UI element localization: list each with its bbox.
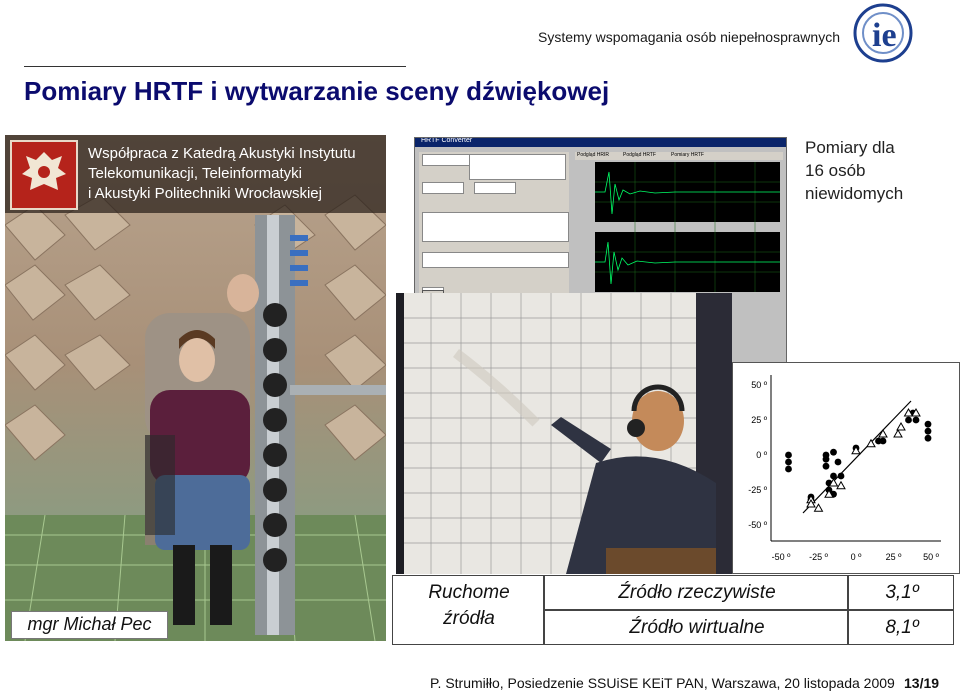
participants-line: Pomiary dla: [805, 138, 895, 157]
app-title: HRTF Converter: [421, 137, 473, 144]
participants-note: Pomiary dla 16 osób niewidomych: [805, 136, 955, 205]
y-tick-label: -25 º: [748, 485, 768, 495]
virtual-source-label: Źródło wirtualne: [629, 617, 765, 638]
x-tick-label: 50 º: [923, 552, 940, 562]
real-source-point: [905, 416, 912, 424]
real-source-point: [924, 420, 932, 428]
virtual-source-label-cell: Źródło wirtualne: [544, 610, 848, 645]
presentation-series-title: Systemy wspomagania osób niepełnosprawny…: [538, 29, 840, 45]
tab-hrir-preview: Podgląd HRIR: [577, 152, 609, 158]
cooperation-line: i Akustyki Politechniki Wrocławskiej: [88, 185, 322, 202]
real-source-point: [924, 434, 932, 442]
x-tick-label: -50 º: [772, 552, 792, 562]
y-tick-label: 50 º: [751, 380, 768, 390]
x-tick-label: -25 º: [809, 552, 829, 562]
participants-line: 16 osób: [805, 161, 866, 180]
y-tick-label: 25 º: [751, 415, 768, 425]
cooperation-text: Współpraca z Katedrą Akustyki Instytutu …: [88, 144, 383, 204]
virtual-source-point: [893, 428, 903, 438]
author-name: mgr Michał Pec: [27, 614, 152, 634]
localization-test-photo: [396, 293, 732, 574]
real-source-point: [837, 472, 845, 480]
institute-logo: ie: [850, 2, 916, 64]
real-source-point: [834, 458, 842, 466]
virtual-source-point: [813, 503, 824, 512]
page-number: 13/19: [904, 675, 940, 691]
tab-hrtf-preview: Podgląd HRTF: [623, 152, 656, 158]
real-source-value-cell: 3,1º: [848, 575, 954, 610]
moving-sources-line: Ruchome: [428, 582, 510, 603]
moving-sources-cell: Ruchome źródła: [392, 575, 544, 645]
real-source-point: [879, 437, 887, 445]
cooperation-line: Współpraca z Katedrą Akustyki Instytutu: [88, 145, 356, 162]
real-source-point: [785, 458, 792, 466]
virtual-source-value: 8,1º: [885, 617, 919, 638]
real-source-point: [785, 465, 792, 473]
elevation-list: [422, 252, 569, 268]
cooperation-line: Telekomunikacji, Teleinformatyki: [88, 165, 302, 182]
logo-lettering: ie: [872, 17, 897, 54]
virtual-source-point: [836, 480, 846, 490]
y-tick-label: -50 º: [748, 520, 768, 530]
app-titlebar: HRTF Converter: [415, 137, 786, 147]
elevation-field: [474, 182, 516, 194]
wroclaw-university-logo: [10, 140, 78, 210]
real-source-point: [924, 427, 932, 435]
y-tick-label: 0 º: [756, 450, 768, 460]
x-tick-label: 0 º: [851, 552, 863, 562]
reference-diagonal: [802, 400, 912, 514]
moving-sources-line: źródła: [443, 608, 495, 629]
real-source-point: [830, 448, 837, 456]
azimuth-field: [422, 182, 464, 194]
slide-title: Pomiary HRTF i wytwarzanie sceny dźwięko…: [24, 76, 610, 106]
real-source-point: [912, 416, 920, 424]
x-tick-label: 25 º: [886, 552, 903, 562]
tab-hrtf-measurements: Pomiary HRTF: [671, 152, 704, 158]
virtual-source-point: [896, 421, 906, 431]
app-tab-strip: Podgląd HRIR Podgląd HRTF Pomiary HRTF: [575, 152, 783, 160]
real-source-point: [822, 455, 830, 463]
real-source-point: [785, 451, 792, 459]
real-source-point: [822, 462, 830, 470]
description-field: [469, 154, 566, 180]
virtual-source-value-cell: 8,1º: [848, 610, 954, 645]
virtual-source-point: [866, 438, 876, 448]
title-rule: [24, 66, 406, 67]
real-source-label: Źródło rzeczywiste: [618, 582, 776, 603]
participants-line: niewidomych: [805, 184, 904, 203]
real-source-value: 3,1º: [885, 582, 919, 603]
localization-scatter-chart: 50 º 25 º 0 º -25 º -50 º -50 º -25 º 0 º 25 º 5…: [732, 362, 960, 574]
results-table: Ruchome źródła Źródło rzeczywiste 3,1º Ź…: [392, 575, 954, 645]
angles-list: [422, 212, 569, 242]
footer-citation: P. Strumiłło, Posiedzenie SSUiSE KEiT PA…: [430, 675, 895, 691]
real-source-label-cell: Źródło rzeczywiste: [544, 575, 848, 610]
